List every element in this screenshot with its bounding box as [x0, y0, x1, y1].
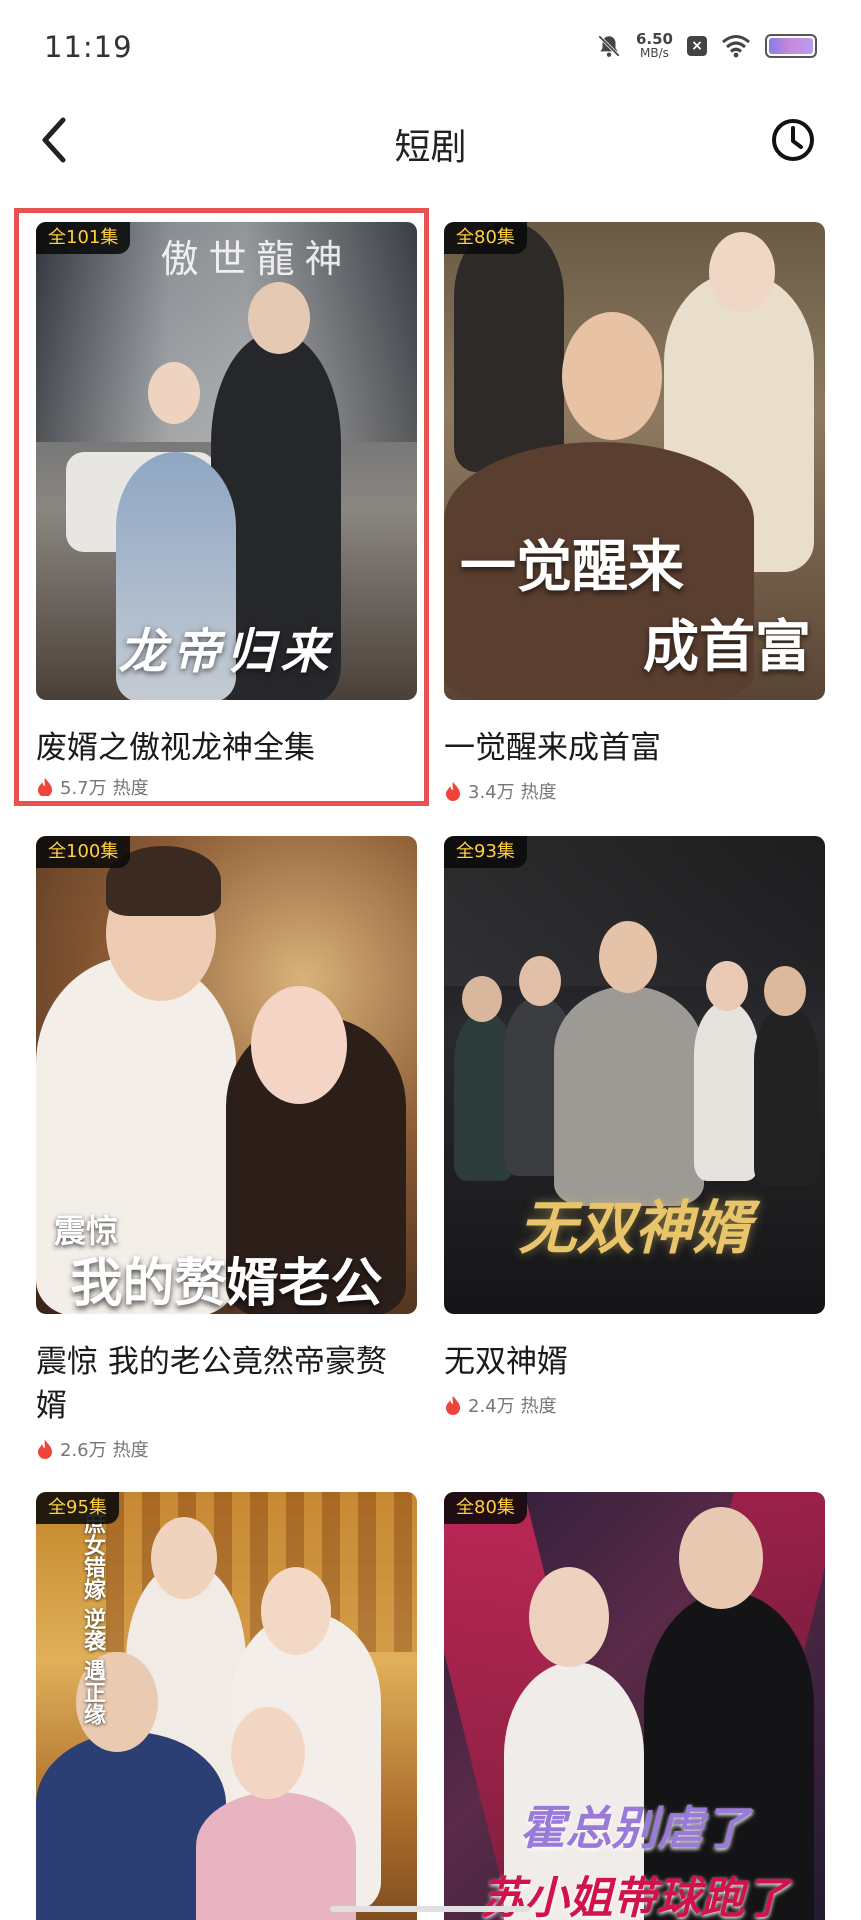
episode-badge: 全80集: [444, 1492, 527, 1524]
poster-title: 龙帝归来: [118, 624, 335, 680]
episode-badge: 全100集: [36, 836, 131, 868]
drama-poster[interactable]: 无双神婿 全93集: [444, 836, 825, 1314]
drama-poster[interactable]: 霍总别虐了 苏小姐带球跑了 全80集: [444, 1492, 825, 1920]
drama-card[interactable]: 震惊 我的赘婿老公 全100集 震惊 我的老公竟然帝豪赘婿 2.6万 热度: [36, 836, 417, 1462]
heat-value: 5.7万: [60, 778, 107, 796]
heat-value: 2.4万: [468, 1396, 515, 1417]
flame-icon: [38, 778, 52, 796]
episode-badge: 全95集: [36, 1492, 119, 1524]
battery-icon: [765, 33, 817, 58]
page-title: 短剧: [394, 127, 467, 168]
short-drama-page: 11:19 6.50 MB/s × 短剧 傲世龍神 龙帝归来 全101集 废婿之…: [0, 0, 861, 1920]
drama-card[interactable]: 无双神婿 全93集 无双神婿 2.4万 热度: [444, 836, 825, 1418]
status-bar: 11:19 6.50 MB/s ×: [0, 0, 861, 100]
flame-icon: [446, 1396, 460, 1415]
drama-title: 无双神婿: [444, 1344, 568, 1380]
drama-title: 一觉醒来成首富: [444, 730, 661, 766]
drama-poster[interactable]: 傲世龍神 龙帝归来 全101集: [36, 222, 417, 700]
episode-badge: 全80集: [444, 222, 527, 254]
x-badge-icon: ×: [687, 35, 707, 56]
episode-badge: 全101集: [36, 222, 131, 254]
history-button[interactable]: [769, 116, 817, 164]
heat-row: 2.4万 热度: [444, 1392, 825, 1418]
drama-card[interactable]: 霍总别虐了 苏小姐带球跑了 全80集: [444, 1492, 825, 1920]
heat-row: 3.4万 热度: [444, 778, 825, 804]
drama-poster[interactable]: 震惊 我的赘婿老公 全100集: [36, 836, 417, 1314]
poster-top-text: 傲世龍神: [160, 237, 353, 281]
heat-value: 3.4万: [468, 782, 515, 803]
poster-side-text: 庶女错嫁 逆袭 遇正缘: [80, 1512, 105, 1726]
drama-poster[interactable]: 一觉醒来 成首富 全80集: [444, 222, 825, 700]
app-header: 短剧: [0, 100, 861, 180]
home-indicator[interactable]: [330, 1906, 530, 1912]
wifi-icon: [722, 34, 750, 57]
poster-title-line1: 一觉醒来: [460, 534, 684, 600]
drama-title: 震惊 我的老公竟然帝豪赘婿: [36, 1344, 387, 1424]
drama-card[interactable]: 庶女错嫁 逆袭 遇正缘 全95集: [36, 1492, 417, 1920]
heat-row: 5.7万 热度: [36, 778, 417, 796]
bell-off-icon: [598, 34, 620, 57]
flame-icon: [446, 782, 460, 801]
heat-label: 热度: [520, 1396, 557, 1417]
poster-title-line1: 霍总别虐了: [519, 1801, 750, 1855]
clock-icon: [772, 119, 814, 161]
poster-title: 无双神婿: [518, 1194, 751, 1262]
drama-poster[interactable]: 庶女错嫁 逆袭 遇正缘 全95集: [36, 1492, 417, 1920]
status-time: 11:19: [44, 30, 133, 64]
poster-title: 我的赘婿老公: [70, 1253, 383, 1314]
heat-label: 热度: [112, 1440, 149, 1461]
flame-icon: [38, 1440, 52, 1459]
episode-badge: 全93集: [444, 836, 527, 868]
heat-row: 2.6万 热度: [36, 1436, 417, 1462]
poster-title-line2: 成首富: [643, 614, 811, 680]
drama-title: 废婿之傲视龙神全集: [36, 730, 315, 766]
drama-card[interactable]: 一觉醒来 成首富 全80集 一觉醒来成首富 3.4万 热度: [444, 222, 825, 804]
heat-label: 热度: [520, 782, 557, 803]
heat-value: 2.6万: [60, 1440, 107, 1461]
drama-card[interactable]: 傲世龍神 龙帝归来 全101集 废婿之傲视龙神全集 5.7万 热度: [36, 222, 417, 796]
heat-label: 热度: [112, 778, 149, 796]
status-icons: 6.50 MB/s ×: [596, 32, 817, 59]
net-speed: 6.50 MB/s: [635, 30, 673, 60]
